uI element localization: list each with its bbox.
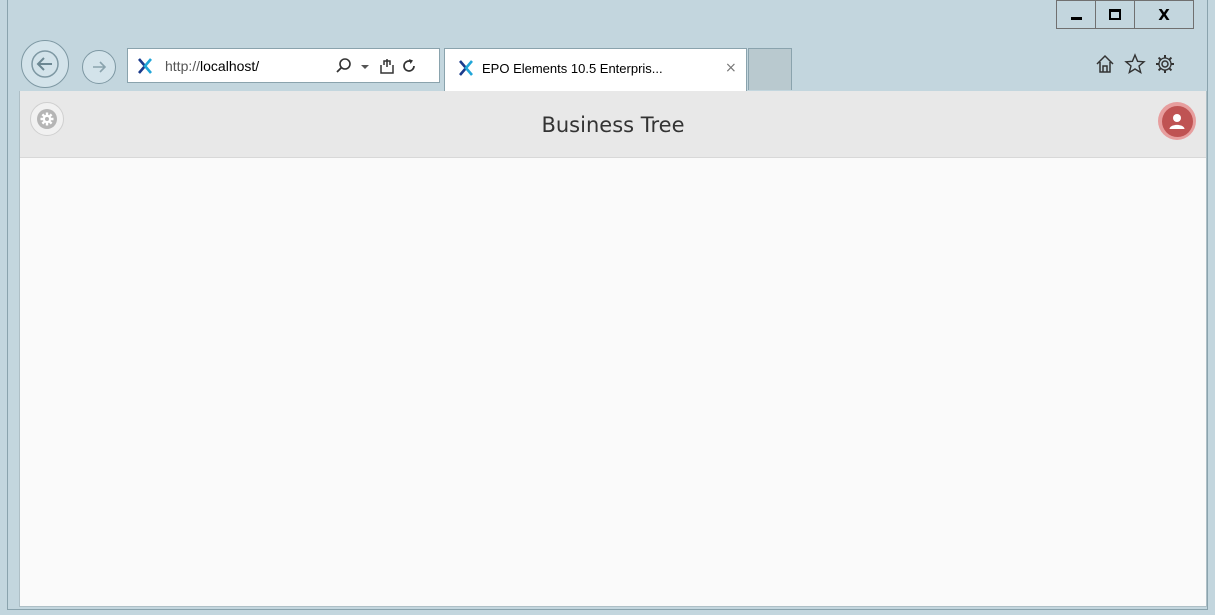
forward-arrow-icon xyxy=(93,61,107,73)
new-tab-button[interactable] xyxy=(748,48,792,90)
minimize-icon xyxy=(1070,17,1082,20)
user-menu-button[interactable] xyxy=(1158,102,1196,140)
maximize-icon xyxy=(1109,9,1121,20)
app-x-logo-icon xyxy=(138,58,152,74)
minimize-button[interactable] xyxy=(1056,0,1096,29)
compatibility-view-icon[interactable] xyxy=(378,57,396,75)
window-caption-buttons: X xyxy=(1056,0,1194,29)
address-url: http://localhost/ xyxy=(165,58,260,74)
star-icon[interactable] xyxy=(1124,53,1146,75)
page-content: Business Tree xyxy=(19,91,1207,607)
user-icon xyxy=(1169,114,1185,129)
close-window-button[interactable]: X xyxy=(1135,0,1194,29)
tab-epo-elements[interactable]: EPO Elements 10.5 Enterpris... × xyxy=(444,48,747,91)
close-icon: X xyxy=(1158,5,1170,24)
app-x-logo-icon xyxy=(459,60,473,76)
page-title: Business Tree xyxy=(541,113,685,137)
back-arrow-icon xyxy=(31,50,59,78)
maximize-button[interactable] xyxy=(1096,0,1135,29)
gear-icon[interactable] xyxy=(1154,53,1176,75)
browser-toolbar-right xyxy=(1094,53,1176,75)
avatar xyxy=(1161,105,1193,137)
search-icon[interactable] xyxy=(335,57,353,75)
address-bar[interactable]: http://localhost/ xyxy=(127,48,440,83)
tab-title: EPO Elements 10.5 Enterpris... xyxy=(482,61,663,76)
forward-button[interactable] xyxy=(82,50,116,84)
home-icon[interactable] xyxy=(1094,53,1116,75)
refresh-icon[interactable] xyxy=(400,57,418,75)
app-header: Business Tree xyxy=(20,91,1206,158)
dropdown-icon[interactable] xyxy=(356,57,374,75)
tab-close-icon[interactable]: × xyxy=(725,60,737,76)
back-button[interactable] xyxy=(21,40,69,88)
